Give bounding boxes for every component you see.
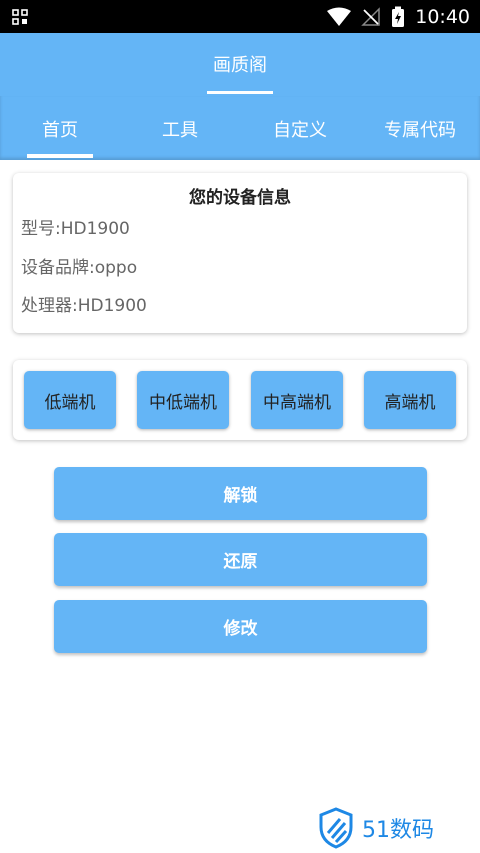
high-end-button[interactable]: 高端机	[364, 371, 456, 429]
app-grid-icon	[12, 9, 28, 25]
tab-exclusive-code[interactable]: 专属代码	[370, 116, 470, 142]
low-end-button[interactable]: 低端机	[24, 371, 116, 429]
device-tier-card: 低端机 中低端机 中高端机 高端机	[13, 360, 467, 440]
tab-tools[interactable]: 工具	[140, 116, 220, 142]
restore-button[interactable]: 还原	[54, 533, 427, 586]
mid-high-end-button[interactable]: 中高端机	[251, 371, 343, 429]
status-bar: 10:40	[0, 0, 480, 33]
app-toolbar: 画质阁	[0, 33, 480, 96]
device-info-card: 您的设备信息 型号:HD1900 设备品牌:oppo 处理器:HD1900	[13, 173, 467, 333]
active-tab-indicator	[27, 154, 93, 158]
device-info-title: 您的设备信息	[189, 188, 291, 208]
battery-charging-icon	[392, 6, 405, 27]
title-underline	[207, 91, 273, 94]
watermark-text: 51数码	[362, 818, 434, 843]
device-brand: 设备品牌:oppo	[21, 258, 138, 278]
shield-logo-icon	[319, 807, 353, 849]
no-signal-icon	[361, 7, 380, 26]
wifi-icon	[327, 7, 352, 26]
app-title: 画质阁	[213, 55, 267, 76]
unlock-button[interactable]: 解锁	[54, 467, 427, 520]
tab-home[interactable]: 首页	[20, 116, 100, 142]
tab-bar: 首页 工具 自定义 专属代码	[0, 96, 480, 160]
tab-custom[interactable]: 自定义	[255, 116, 345, 142]
modify-button[interactable]: 修改	[54, 600, 427, 653]
device-model: 型号:HD1900	[21, 219, 130, 239]
watermark: 51数码	[318, 806, 468, 850]
status-time: 10:40	[415, 6, 470, 28]
device-processor: 处理器:HD1900	[21, 296, 147, 316]
mid-low-end-button[interactable]: 中低端机	[137, 371, 229, 429]
